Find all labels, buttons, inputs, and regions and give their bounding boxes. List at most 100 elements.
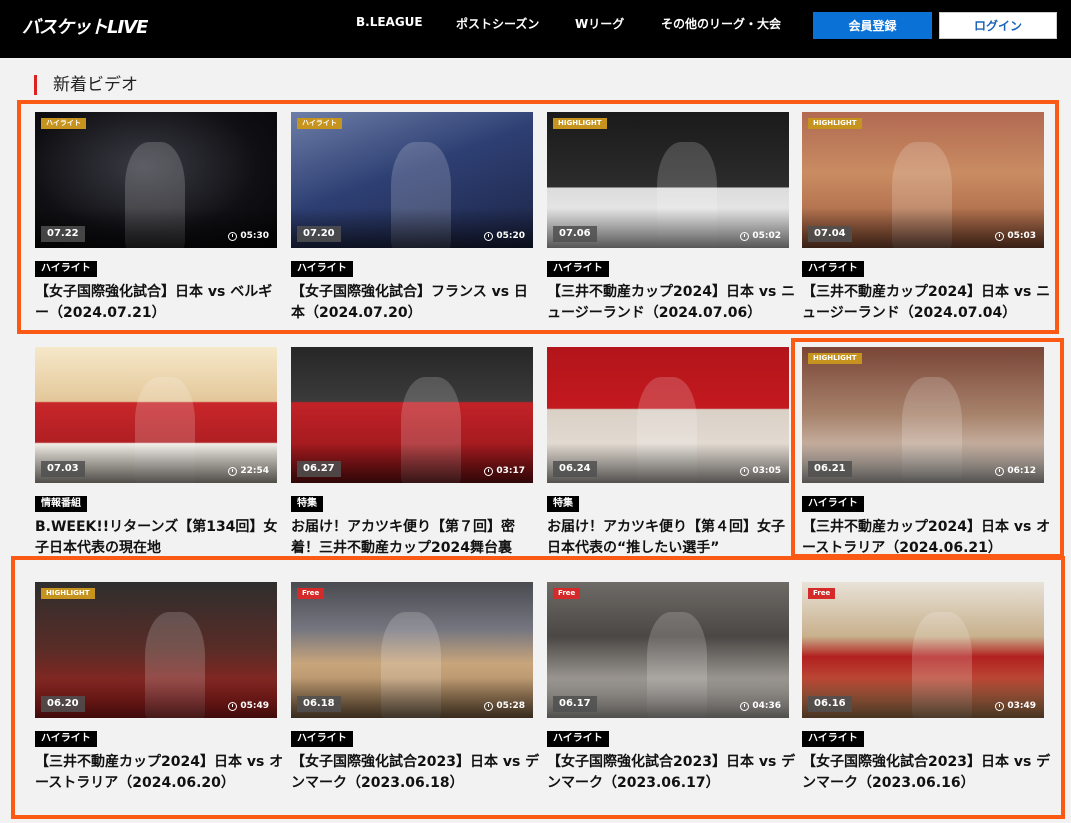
nav-w-league[interactable]: Wリーグ [575,15,624,32]
clock-icon [228,701,238,711]
duration-text: 05:20 [496,231,525,241]
video-thumbnail[interactable]: ハイライト 07.22 05:30 [35,112,277,248]
video-title[interactable]: 【女子国際強化試合】日本 vs ベルギー（2024.07.21） [35,282,285,324]
duration-text: 05:30 [240,231,269,241]
corner-tag: HIGHLIGHT [808,118,862,129]
video-title[interactable]: 【女子国際強化試合2023】日本 vs デンマーク（2023.06.16） [802,752,1052,794]
date-badge: 06.17 [553,696,597,712]
video-thumbnail[interactable]: HIGHLIGHT 06.21 06:12 [802,347,1044,483]
video-card[interactable]: HIGHLIGHT 06.21 06:12 ハイライト 【三井不動産カップ202… [802,347,1050,559]
video-card[interactable]: ハイライト 07.20 05:20 ハイライト 【女子国際強化試合】フランス v… [291,112,533,324]
category-badge: ハイライト [547,731,609,747]
duration-text: 03:05 [752,466,781,476]
video-thumbnail[interactable]: HIGHLIGHT 06.20 05:49 [35,582,277,718]
video-title[interactable]: お届け！アカツキ便り【第４回】女子日本代表の“推したい選手” [547,517,797,559]
video-title[interactable]: 【女子国際強化試合】フランス vs 日本（2024.07.20） [291,282,541,324]
duration-text: 06:12 [1007,466,1036,476]
video-title[interactable]: 【三井不動産カップ2024】日本 vs オーストラリア（2024.06.21） [802,517,1052,559]
video-card[interactable]: Free 06.18 05:28 ハイライト 【女子国際強化試合2023】日本 … [291,582,539,794]
video-card[interactable]: 06.24 03:05 特集 お届け！アカツキ便り【第４回】女子日本代表の“推し… [547,347,789,559]
category-badge: 情報番組 [35,496,87,512]
video-title[interactable]: 【三井不動産カップ2024】日本 vs オーストラリア（2024.06.20） [35,752,285,794]
video-title[interactable]: 【女子国際強化試合2023】日本 vs デンマーク（2023.06.18） [291,752,541,794]
duration-label: 06:12 [995,466,1036,476]
category-badge: ハイライト [802,496,864,512]
video-title[interactable]: お届け！アカツキ便り【第７回】密着！三井不動産カップ2024舞台裏 [291,517,541,559]
corner-tag: Free [297,588,325,599]
corner-tag: ハイライト [297,118,342,129]
video-card[interactable]: Free 06.16 03:49 ハイライト 【女子国際強化試合2023】日本 … [802,582,1050,794]
video-title[interactable]: 【三井不動産カップ2024】日本 vs ニュージーランド（2024.07.06） [547,282,797,324]
date-badge: 06.20 [41,696,85,712]
category-badge: ハイライト [802,261,864,277]
video-thumbnail[interactable]: Free 06.17 04:36 [547,582,789,718]
video-title[interactable]: 【三井不動産カップ2024】日本 vs ニュージーランド（2024.07.04） [802,282,1052,324]
corner-tag: Free [553,588,581,599]
duration-label: 05:28 [484,701,525,711]
video-card[interactable]: 06.27 03:17 特集 お届け！アカツキ便り【第７回】密着！三井不動産カッ… [291,347,533,559]
duration-label: 04:36 [740,701,781,711]
duration-label: 03:05 [740,466,781,476]
clock-icon [995,466,1005,476]
clock-icon [228,466,238,476]
date-badge: 07.03 [41,461,85,477]
video-thumbnail[interactable]: HIGHLIGHT 07.04 05:03 [802,112,1044,248]
date-badge: 06.21 [808,461,852,477]
video-thumbnail[interactable]: 06.24 03:05 [547,347,789,483]
date-badge: 07.06 [553,226,597,242]
video-thumbnail[interactable]: 06.27 03:17 [291,347,533,483]
clock-icon [484,231,494,241]
duration-text: 04:36 [752,701,781,711]
duration-text: 05:02 [752,231,781,241]
clock-icon [228,231,238,241]
category-badge: ハイライト [291,731,353,747]
category-badge: ハイライト [35,261,97,277]
nav-postseason[interactable]: ポストシーズン [456,15,539,32]
site-logo[interactable]: バスケットLIVE [22,13,148,39]
video-card[interactable]: HIGHLIGHT 06.20 05:49 ハイライト 【三井不動産カップ202… [35,582,283,794]
video-card[interactable]: HIGHLIGHT 07.04 05:03 ハイライト 【三井不動産カップ202… [802,112,1050,324]
duration-text: 05:28 [496,701,525,711]
register-button[interactable]: 会員登録 [813,12,932,39]
video-card[interactable]: HIGHLIGHT 07.06 05:02 ハイライト 【三井不動産カップ202… [547,112,795,324]
video-thumbnail[interactable]: ハイライト 07.20 05:20 [291,112,533,248]
duration-text: 03:17 [496,466,525,476]
video-thumbnail[interactable]: 07.03 22:54 [35,347,277,483]
duration-text: 05:03 [1007,231,1036,241]
video-card[interactable]: Free 06.17 04:36 ハイライト 【女子国際強化試合2023】日本 … [547,582,795,794]
date-badge: 07.22 [41,226,85,242]
date-badge: 07.20 [297,226,341,242]
duration-text: 03:49 [1007,701,1036,711]
duration-label: 05:03 [995,231,1036,241]
date-badge: 06.24 [553,461,597,477]
clock-icon [484,701,494,711]
corner-tag: HIGHLIGHT [808,353,862,364]
corner-tag: ハイライト [41,118,86,129]
duration-label: 05:49 [228,701,269,711]
clock-icon [995,701,1005,711]
video-thumbnail[interactable]: Free 06.16 03:49 [802,582,1044,718]
date-badge: 07.04 [808,226,852,242]
category-badge: ハイライト [35,731,97,747]
video-thumbnail[interactable]: HIGHLIGHT 07.06 05:02 [547,112,789,248]
duration-label: 05:02 [740,231,781,241]
clock-icon [995,231,1005,241]
clock-icon [484,466,494,476]
nav-b-league[interactable]: B.LEAGUE [356,15,423,29]
video-title[interactable]: B.WEEK!!リターンズ【第134回】女子日本代表の現在地 [35,517,285,559]
video-card[interactable]: ハイライト 07.22 05:30 ハイライト 【女子国際強化試合】日本 vs … [35,112,277,324]
video-card[interactable]: 07.03 22:54 情報番組 B.WEEK!!リターンズ【第134回】女子日… [35,347,277,559]
category-badge: ハイライト [802,731,864,747]
video-thumbnail[interactable]: Free 06.18 05:28 [291,582,533,718]
video-title[interactable]: 【女子国際強化試合2023】日本 vs デンマーク（2023.06.17） [547,752,797,794]
duration-label: 22:54 [228,466,269,476]
corner-tag: HIGHLIGHT [553,118,607,129]
category-badge: 特集 [547,496,579,512]
nav-other-leagues[interactable]: その他のリーグ・大会 [661,15,781,32]
clock-icon [740,701,750,711]
category-badge: 特集 [291,496,323,512]
date-badge: 06.16 [808,696,852,712]
site-header: バスケットLIVE B.LEAGUE ポストシーズン Wリーグ その他のリーグ・… [0,0,1071,58]
login-button[interactable]: ログイン [939,12,1057,39]
duration-label: 05:20 [484,231,525,241]
